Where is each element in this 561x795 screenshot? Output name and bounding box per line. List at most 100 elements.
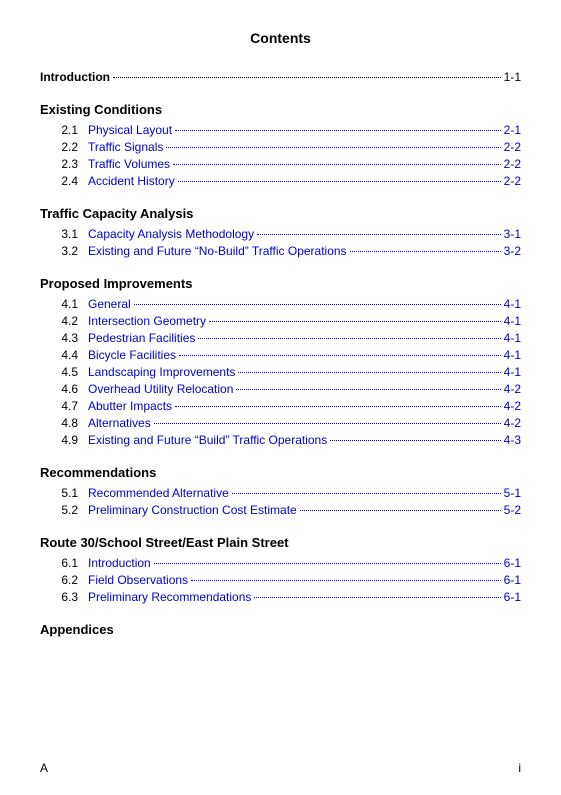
entry-number: 4.9 bbox=[40, 433, 88, 447]
entry-page: 4-2 bbox=[504, 416, 521, 430]
entry-title: Recommended Alternative bbox=[88, 486, 229, 500]
entry-title: General bbox=[88, 297, 131, 311]
entry-page: 2-2 bbox=[504, 157, 521, 171]
entry-dots bbox=[113, 77, 501, 78]
entry-title: Abutter Impacts bbox=[88, 399, 172, 413]
entry-dots bbox=[166, 147, 500, 148]
toc-entry: 5.2Preliminary Construction Cost Estimat… bbox=[40, 503, 521, 517]
entry-dots bbox=[134, 304, 501, 305]
entry-dots bbox=[191, 580, 501, 581]
entry-title: Preliminary Recommendations bbox=[88, 590, 251, 604]
entry-title: Introduction bbox=[88, 556, 151, 570]
entry-title: Bicycle Facilities bbox=[88, 348, 176, 362]
entry-number: 3.1 bbox=[40, 227, 88, 241]
toc-entry: 2.1Physical Layout 2-1 bbox=[40, 123, 521, 137]
entry-page: 5-2 bbox=[504, 503, 521, 517]
entry-title: Physical Layout bbox=[88, 123, 172, 137]
entry-page: 4-2 bbox=[504, 399, 521, 413]
page: Contents Introduction 1-1 Existing Conditi… bbox=[0, 0, 561, 795]
entry-page: 4-2 bbox=[504, 382, 521, 396]
entry-title: Intersection Geometry bbox=[88, 314, 206, 328]
entry-page: 4-1 bbox=[504, 297, 521, 311]
entry-dots bbox=[209, 321, 501, 322]
section-heading: Existing Conditions bbox=[40, 102, 521, 117]
entry-number: 5.1 bbox=[40, 486, 88, 500]
toc-entry: 3.2Existing and Future “No-Build” Traffi… bbox=[40, 244, 521, 258]
toc-entry: 4.2Intersection Geometry 4-1 bbox=[40, 314, 521, 328]
entry-dots bbox=[198, 338, 500, 339]
entry-number: 2.4 bbox=[40, 174, 88, 188]
footer-right: i bbox=[518, 761, 521, 775]
toc-entry: 4.6Overhead Utility Relocation4-2 bbox=[40, 382, 521, 396]
entry-number: 4.7 bbox=[40, 399, 88, 413]
entry-dots bbox=[254, 597, 500, 598]
entry-page: 1-1 bbox=[504, 70, 521, 84]
entry-dots bbox=[179, 355, 501, 356]
toc-entry: 4.5Landscaping Improvements 4-1 bbox=[40, 365, 521, 379]
entry-page: 4-1 bbox=[504, 314, 521, 328]
entry-number: 5.2 bbox=[40, 503, 88, 517]
entry-title: Traffic Volumes bbox=[88, 157, 170, 171]
toc-section: Introduction 1-1 bbox=[40, 70, 521, 84]
entry-page: 6-1 bbox=[504, 573, 521, 587]
toc-container: Introduction 1-1 Existing Conditions 2.1Phy… bbox=[40, 70, 521, 637]
entry-number: 4.1 bbox=[40, 297, 88, 311]
entry-number: 2.1 bbox=[40, 123, 88, 137]
toc-section: Appendices bbox=[40, 622, 521, 637]
toc-section: Route 30/School Street/East Plain Street… bbox=[40, 535, 521, 604]
footer-left: A bbox=[40, 761, 48, 775]
entry-page: 4-1 bbox=[504, 365, 521, 379]
entry-title: Introduction bbox=[40, 70, 110, 84]
entry-title: Existing and Future “No-Build” Traffic O… bbox=[88, 244, 347, 258]
entry-page: 2-1 bbox=[504, 123, 521, 137]
entry-page: 4-1 bbox=[504, 331, 521, 345]
entry-number: 4.5 bbox=[40, 365, 88, 379]
entry-page: 3-2 bbox=[504, 244, 521, 258]
entry-dots bbox=[257, 234, 501, 235]
entry-number: 2.2 bbox=[40, 140, 88, 154]
entry-page: 4-3 bbox=[504, 433, 521, 447]
entry-number: 4.3 bbox=[40, 331, 88, 345]
entry-number: 3.2 bbox=[40, 244, 88, 258]
entry-page: 5-1 bbox=[504, 486, 521, 500]
toc-entry: 4.3Pedestrian Facilities4-1 bbox=[40, 331, 521, 345]
toc-entry: 2.3Traffic Volumes2-2 bbox=[40, 157, 521, 171]
entry-page: 6-1 bbox=[504, 556, 521, 570]
section-heading: Recommendations bbox=[40, 465, 521, 480]
entry-title: Traffic Signals bbox=[88, 140, 163, 154]
entry-dots bbox=[154, 563, 501, 564]
toc-entry: 4.7Abutter Impacts 4-2 bbox=[40, 399, 521, 413]
toc-entry: 5.1Recommended Alternative 5-1 bbox=[40, 486, 521, 500]
entry-title: Overhead Utility Relocation bbox=[88, 382, 233, 396]
entry-title: Existing and Future “Build” Traffic Oper… bbox=[88, 433, 327, 447]
toc-section: Existing Conditions 2.1Physical Layout 2-1… bbox=[40, 102, 521, 188]
section-heading: Appendices bbox=[40, 622, 521, 637]
entry-number: 6.1 bbox=[40, 556, 88, 570]
entry-dots bbox=[330, 440, 500, 441]
entry-dots bbox=[178, 181, 501, 182]
toc-entry: 4.9Existing and Future “Build” Traffic O… bbox=[40, 433, 521, 447]
toc-entry: 6.1Introduction 6-1 bbox=[40, 556, 521, 570]
section-heading: Traffic Capacity Analysis bbox=[40, 206, 521, 221]
entry-dots bbox=[232, 493, 501, 494]
entry-dots bbox=[238, 372, 500, 373]
entry-title: Preliminary Construction Cost Estimate bbox=[88, 503, 297, 517]
toc-section: Proposed Improvements4.1General4-14.2Int… bbox=[40, 276, 521, 447]
entry-number: 6.3 bbox=[40, 590, 88, 604]
entry-title: Alternatives bbox=[88, 416, 151, 430]
entry-number: 4.2 bbox=[40, 314, 88, 328]
toc-entry: 4.1General 4-1 bbox=[40, 297, 521, 311]
toc-section: Recommendations 5.1Recommended Alternativ… bbox=[40, 465, 521, 517]
section-heading: Proposed Improvements bbox=[40, 276, 521, 291]
toc-entry: 4.4Bicycle Facilities4-1 bbox=[40, 348, 521, 362]
page-footer: A i bbox=[40, 761, 521, 775]
entry-dots bbox=[350, 251, 501, 252]
entry-title: Landscaping Improvements bbox=[88, 365, 235, 379]
toc-entry: 6.2Field Observations6-1 bbox=[40, 573, 521, 587]
entry-dots bbox=[300, 510, 501, 511]
entry-page: 2-2 bbox=[504, 174, 521, 188]
page-title: Contents bbox=[40, 30, 521, 46]
section-heading: Route 30/School Street/East Plain Street bbox=[40, 535, 521, 550]
entry-dots bbox=[175, 130, 501, 131]
toc-entry: 2.2Traffic Signals2-2 bbox=[40, 140, 521, 154]
